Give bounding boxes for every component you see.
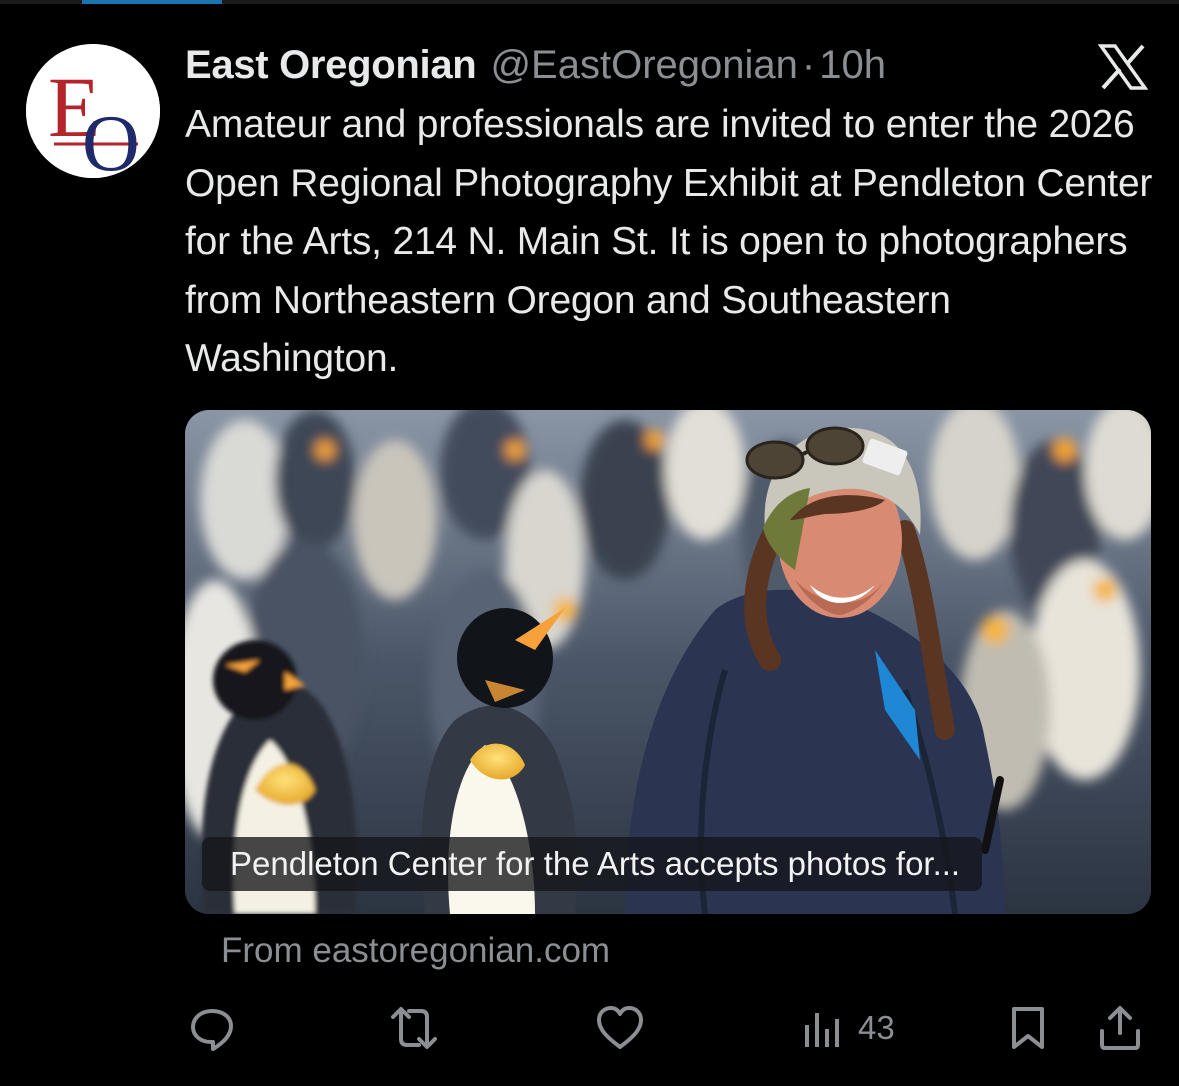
display-name[interactable]: East Oregonian (185, 40, 477, 90)
reply-icon (191, 1009, 233, 1051)
east-oregonian-logo: E O (26, 44, 160, 178)
tweet-text: Amateur and professionals are invited to… (185, 103, 1153, 380)
user-handle[interactable]: @EastOregonian (490, 40, 797, 90)
card-caption: Pendleton Center for the Arts accepts ph… (202, 837, 983, 891)
views-count: 43 (858, 1009, 895, 1046)
views-icon (805, 1013, 839, 1047)
tweet-header: East Oregonian @EastOregonian · 10h (185, 40, 886, 90)
timestamp[interactable]: 10h (819, 40, 886, 90)
bookmark-button[interactable] (1006, 1000, 1050, 1056)
share-icon (1100, 1006, 1140, 1050)
share-button[interactable] (1096, 1000, 1144, 1056)
action-bar: 43 (0, 1000, 1179, 1056)
heart-icon (597, 1006, 643, 1049)
x-logo-icon (1097, 42, 1149, 92)
separator-dot: · (801, 43, 816, 87)
retweet-icon (391, 1007, 437, 1049)
card-source[interactable]: From eastoregonian.com (221, 926, 610, 976)
avatar[interactable]: E O (26, 44, 160, 178)
views-button[interactable]: 43 (800, 1000, 895, 1056)
reply-button[interactable] (187, 1000, 237, 1056)
like-button[interactable] (594, 1000, 646, 1056)
logo-letter-o: O (82, 100, 140, 178)
bookmark-icon (1012, 1007, 1044, 1049)
link-card[interactable]: Pendleton Center for the Arts accepts ph… (185, 410, 1151, 914)
top-tab-indicator (82, 0, 222, 4)
retweet-button[interactable] (385, 1000, 443, 1056)
